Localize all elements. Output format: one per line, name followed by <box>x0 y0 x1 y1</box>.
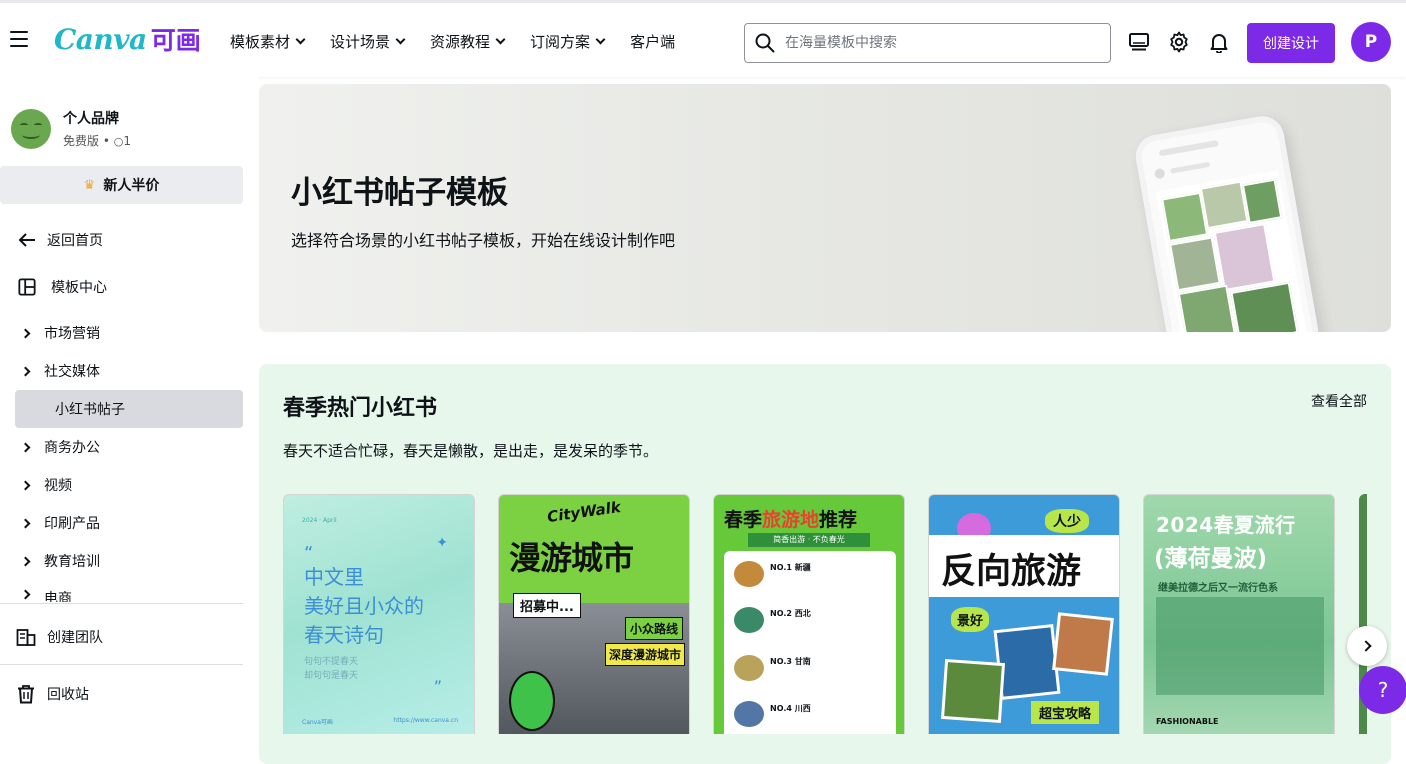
arrow-left-icon <box>18 233 35 247</box>
divider <box>0 603 243 604</box>
chevron-down-icon <box>495 34 506 45</box>
hero-banner: 小红书帖子模板 选择符合场景的小红书帖子模板，开始在线设计制作吧 <box>259 84 1391 332</box>
template-card[interactable]: CityWalk 漫游城市 招募中... 小众路线 深度漫游城市 <box>498 494 690 734</box>
sidebar-item-education[interactable]: 教育培训 <box>0 542 243 580</box>
chevron-right-icon <box>20 480 31 490</box>
section-description: 春天不适合忙碌，春天是懒散，是出走，是发呆的季节。 <box>283 442 659 460</box>
sidebar-item-marketing[interactable]: 市场营销 <box>0 314 243 352</box>
top-bar: Canva 可画 模板素材 设计场景 资源教程 订阅方案 客户端 创建设计 P <box>0 0 1406 77</box>
page-subtitle: 选择符合场景的小红书帖子模板，开始在线设计制作吧 <box>291 231 676 250</box>
bell-icon[interactable] <box>1208 31 1230 53</box>
sidebar-trash[interactable]: 回收站 <box>0 675 243 713</box>
nav-pricing[interactable]: 订阅方案 <box>530 31 606 52</box>
sidebar-template-center[interactable]: 模板中心 <box>0 268 243 306</box>
card-title: 春季旅游地推荐 <box>724 509 858 531</box>
nav-scenes[interactable]: 设计场景 <box>330 31 406 52</box>
template-card[interactable]: 2024 · April “ 中文里 美好且小众的 春天诗句 句句不提春天 却句句是春… <box>283 494 475 734</box>
nav-client[interactable]: 客户端 <box>630 31 675 52</box>
chevron-right-icon <box>20 556 31 566</box>
sidebar-item-xiaohongshu[interactable]: 小红书帖子 <box>15 390 243 428</box>
spring-section: 春季热门小红书 查看全部 春天不适合忙碌，春天是懒散，是出走，是发呆的季节。 2… <box>259 364 1391 764</box>
template-card[interactable]: 春季旅游地推荐 简香出游 · 不负春光 NO.1 新疆 NO.2 西北 NO.3… <box>713 494 905 734</box>
canva-logo[interactable]: Canva 可画 <box>54 21 201 57</box>
nav-resources[interactable]: 资源教程 <box>430 31 506 52</box>
brand-name: 个人品牌 <box>63 111 119 127</box>
see-all-link[interactable]: 查看全部 <box>1311 391 1367 411</box>
desktop-app-icon[interactable] <box>1128 31 1150 53</box>
search-icon <box>755 33 775 53</box>
sparkle-icon: ✦ <box>436 535 448 551</box>
sidebar-back-home[interactable]: 返回首页 <box>0 221 243 259</box>
carousel-next-button[interactable] <box>1347 626 1387 666</box>
person-icon: ○ <box>113 135 124 148</box>
search-input[interactable] <box>785 35 1085 51</box>
template-card[interactable]: 2024春夏流行 (薄荷曼波) 继美拉德之后又一流行色系 FASHIONABLE <box>1143 494 1335 734</box>
sidebar-item-social[interactable]: 社交媒体 <box>0 352 243 390</box>
card-title: 反向旅游 <box>941 552 1082 592</box>
template-icon <box>18 278 36 296</box>
sidebar-create-team[interactable]: 创建团队 <box>0 618 243 656</box>
main-nav: 模板素材 设计场景 资源教程 订阅方案 客户端 <box>230 31 701 52</box>
sidebar-item-video[interactable]: 视频 <box>0 466 243 504</box>
team-icon <box>16 629 36 646</box>
sidebar-item-business[interactable]: 商务办公 <box>0 428 243 466</box>
chevron-right-icon <box>1359 640 1372 652</box>
sidebar-item-ecommerce[interactable]: 电商 <box>0 580 243 602</box>
card-title: 中文里 美好且小众的 春天诗句 <box>304 565 424 647</box>
nav-templates[interactable]: 模板素材 <box>230 31 306 52</box>
gear-icon[interactable] <box>1168 31 1190 53</box>
chevron-down-icon <box>295 34 306 45</box>
template-carousel: 2024 · April “ 中文里 美好且小众的 春天诗句 句句不提春天 却句句是春… <box>283 494 1367 734</box>
search-box[interactable] <box>744 23 1111 63</box>
divider <box>0 664 243 665</box>
user-avatar[interactable]: P <box>1351 22 1391 62</box>
logo-latin: Canva <box>54 22 147 56</box>
trash-icon <box>18 685 34 704</box>
help-button[interactable]: ? <box>1359 666 1406 714</box>
phone-illustration <box>1132 112 1322 332</box>
card-title: 2024春夏流行 <box>1156 513 1296 537</box>
brand-avatar <box>11 108 51 149</box>
sidebar-item-print[interactable]: 印刷产品 <box>0 504 243 542</box>
card-title: 漫游城市 <box>509 539 634 577</box>
brand-plan: 免费版 • ○1 <box>63 134 131 148</box>
promo-button[interactable]: ♛ 新人半价 <box>0 166 243 204</box>
chevron-right-icon <box>20 442 31 452</box>
create-design-button[interactable]: 创建设计 <box>1247 23 1335 63</box>
chevron-right-icon <box>20 366 31 376</box>
chevron-right-icon <box>20 589 31 600</box>
member-count: 1 <box>123 134 131 148</box>
page-title: 小红书帖子模板 <box>291 175 508 211</box>
brand-switcher[interactable]: 个人品牌 免费版 • ○1 <box>11 108 131 149</box>
logo-cjk: 可画 <box>150 26 201 55</box>
crown-icon: ♛ <box>83 177 96 193</box>
question-icon: ? <box>1377 678 1389 702</box>
chevron-right-icon <box>20 518 31 528</box>
chevron-down-icon <box>595 34 606 45</box>
sidebar: 个人品牌 免费版 • ○1 ♛ 新人半价 返回首页 模板中心 市场营销 社交媒体 … <box>0 77 258 727</box>
template-card[interactable]: 人少 反向旅游 景好 超宝攻略 <box>928 494 1120 734</box>
hamburger-menu-icon[interactable] <box>10 31 28 47</box>
chevron-right-icon <box>20 328 31 338</box>
section-title: 春季热门小红书 <box>283 396 438 421</box>
chevron-down-icon <box>395 34 406 45</box>
